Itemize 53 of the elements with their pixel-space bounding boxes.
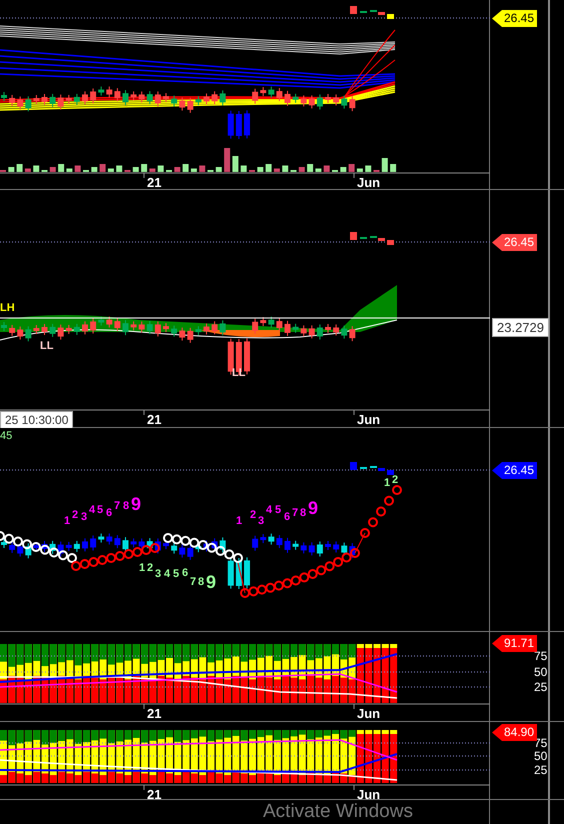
count-label: 7 bbox=[190, 577, 196, 588]
crosshair-value: 23.2729 bbox=[492, 318, 549, 337]
count-label: 6 bbox=[182, 568, 188, 579]
axis-label: 21 bbox=[147, 788, 162, 801]
axis-tick: 25 bbox=[534, 681, 548, 693]
axis-tick: 25 bbox=[534, 764, 548, 776]
count-label: 3 bbox=[258, 516, 264, 527]
count-label: 9 bbox=[131, 495, 142, 513]
pivot-label: LL bbox=[40, 341, 54, 352]
count-label: 7 bbox=[114, 501, 120, 512]
count-label: 8 bbox=[198, 577, 204, 588]
count-label: 9 bbox=[206, 573, 216, 591]
axis-tick: 50 bbox=[534, 750, 548, 762]
count-label: 2 bbox=[250, 510, 256, 521]
axis-tick: 75 bbox=[534, 650, 548, 662]
indicator-value: 45 bbox=[0, 431, 12, 442]
count-label: 5 bbox=[275, 505, 282, 516]
count-label: 4 bbox=[266, 505, 272, 516]
count-label: 7 bbox=[292, 508, 298, 519]
count-label: 3 bbox=[81, 512, 88, 523]
price-tag: 84.90 bbox=[492, 724, 538, 741]
price-tag: 91.71 bbox=[492, 635, 538, 652]
price-tag: 26.45 bbox=[492, 462, 538, 479]
activation-notice: Activate Windows bbox=[263, 802, 413, 821]
count-label: 2 bbox=[147, 563, 154, 574]
crosshair-time: 25 10:30:00 bbox=[0, 411, 74, 429]
count-label: 6 bbox=[284, 512, 290, 523]
count-label: 2 bbox=[392, 475, 398, 486]
count-label: 3 bbox=[155, 569, 162, 580]
axis-label: Jun bbox=[357, 176, 380, 189]
price-tag: 26.45 bbox=[492, 10, 538, 27]
axis-label: 21 bbox=[147, 413, 162, 426]
price-tag: 26.45 bbox=[492, 234, 538, 251]
axis-tick: 50 bbox=[534, 666, 548, 678]
count-label: 9 bbox=[308, 499, 318, 517]
pivot-label: LH bbox=[0, 303, 15, 314]
count-label: 2 bbox=[72, 510, 78, 521]
count-label: 6 bbox=[106, 508, 112, 519]
count-label: 1 bbox=[64, 516, 70, 527]
count-label: 4 bbox=[164, 569, 170, 580]
count-label: 1 bbox=[384, 478, 390, 489]
count-label: 1 bbox=[139, 563, 146, 574]
count-label: 5 bbox=[97, 505, 104, 516]
count-label: 5 bbox=[173, 569, 180, 580]
axis-label: Jun bbox=[357, 788, 380, 801]
count-label: 4 bbox=[89, 505, 96, 516]
count-label: 8 bbox=[300, 508, 306, 519]
axis-label: 21 bbox=[147, 176, 162, 189]
axis-label: Jun bbox=[357, 413, 380, 426]
axis-label: 21 bbox=[147, 707, 162, 720]
count-label: 1 bbox=[236, 516, 242, 527]
axis-label: Jun bbox=[357, 707, 380, 720]
count-label: 8 bbox=[123, 501, 130, 512]
